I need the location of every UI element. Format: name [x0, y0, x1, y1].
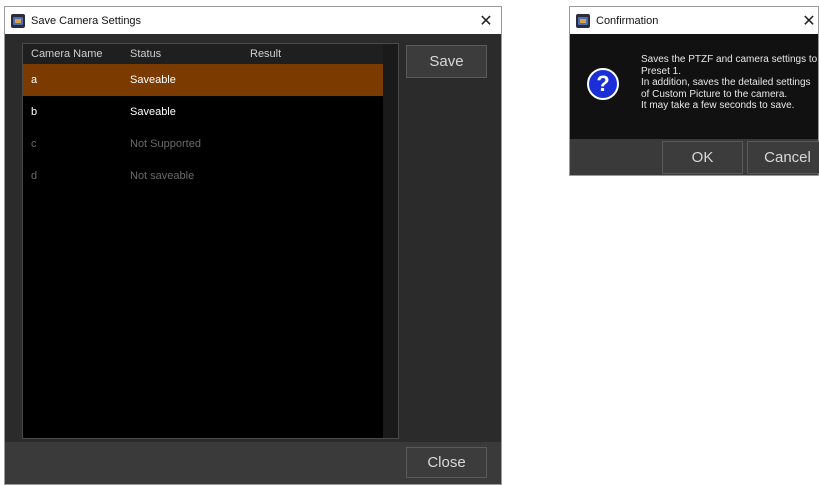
table-header: Camera Name Status Result: [23, 44, 398, 64]
status-cell: Not saveable: [130, 170, 195, 182]
status-cell: Saveable: [130, 74, 176, 86]
close-icon[interactable]: ✕: [794, 7, 819, 34]
save-button[interactable]: Save: [406, 45, 487, 78]
message-line: Saves the PTZF and camera settings to: [641, 54, 818, 65]
camera-table: Camera Name Status Result a Saveable b S…: [22, 43, 399, 439]
footer-bar: Close: [5, 442, 501, 484]
question-icon: ?: [587, 68, 619, 100]
confirmation-message: Saves the PTZF and camera settings to Pr…: [641, 54, 819, 112]
dialog-content: ? Saves the PTZF and camera settings to …: [570, 34, 819, 175]
column-header-camera-name[interactable]: Camera Name: [23, 48, 130, 60]
table-row[interactable]: a Saveable: [23, 64, 383, 96]
column-header-result[interactable]: Result: [250, 48, 370, 60]
message-line: In addition, saves the detailed settings: [641, 77, 811, 88]
close-button[interactable]: Close: [406, 447, 487, 478]
table-row[interactable]: c Not Supported: [23, 128, 383, 160]
close-icon[interactable]: ✕: [471, 7, 501, 34]
ok-button[interactable]: OK: [662, 141, 743, 174]
window-content: Camera Name Status Result a Saveable b S…: [5, 34, 501, 484]
window-title: Save Camera Settings: [31, 14, 142, 27]
confirmation-dialog: Confirmation ✕ ? Saves the PTZF and came…: [569, 6, 819, 176]
dialog-title: Confirmation: [596, 14, 659, 27]
dialog-title-bar: Confirmation ✕: [570, 7, 818, 34]
table-row[interactable]: d Not saveable: [23, 160, 383, 192]
status-cell: Not Supported: [130, 138, 201, 150]
camera-name-cell: a: [31, 74, 38, 86]
save-camera-settings-window: Save Camera Settings ✕ Camera Name Statu…: [4, 6, 502, 485]
vertical-scrollbar[interactable]: [383, 44, 398, 438]
message-line: of Custom Picture to the camera.: [641, 88, 788, 100]
dialog-footer: OK Cancel: [570, 139, 819, 175]
message-line: It may take a few seconds to save.: [641, 100, 795, 111]
camera-name-cell: c: [31, 138, 37, 150]
cancel-button[interactable]: Cancel: [747, 141, 819, 174]
camera-name-cell: d: [31, 170, 38, 182]
title-bar: Save Camera Settings ✕: [5, 7, 501, 34]
app-icon: [11, 13, 25, 28]
column-header-status[interactable]: Status: [130, 48, 250, 60]
app-icon: [576, 13, 590, 28]
message-line: Preset 1.: [641, 65, 682, 77]
camera-name-cell: b: [31, 106, 38, 118]
status-cell: Saveable: [130, 106, 176, 118]
table-row[interactable]: b Saveable: [23, 96, 383, 128]
